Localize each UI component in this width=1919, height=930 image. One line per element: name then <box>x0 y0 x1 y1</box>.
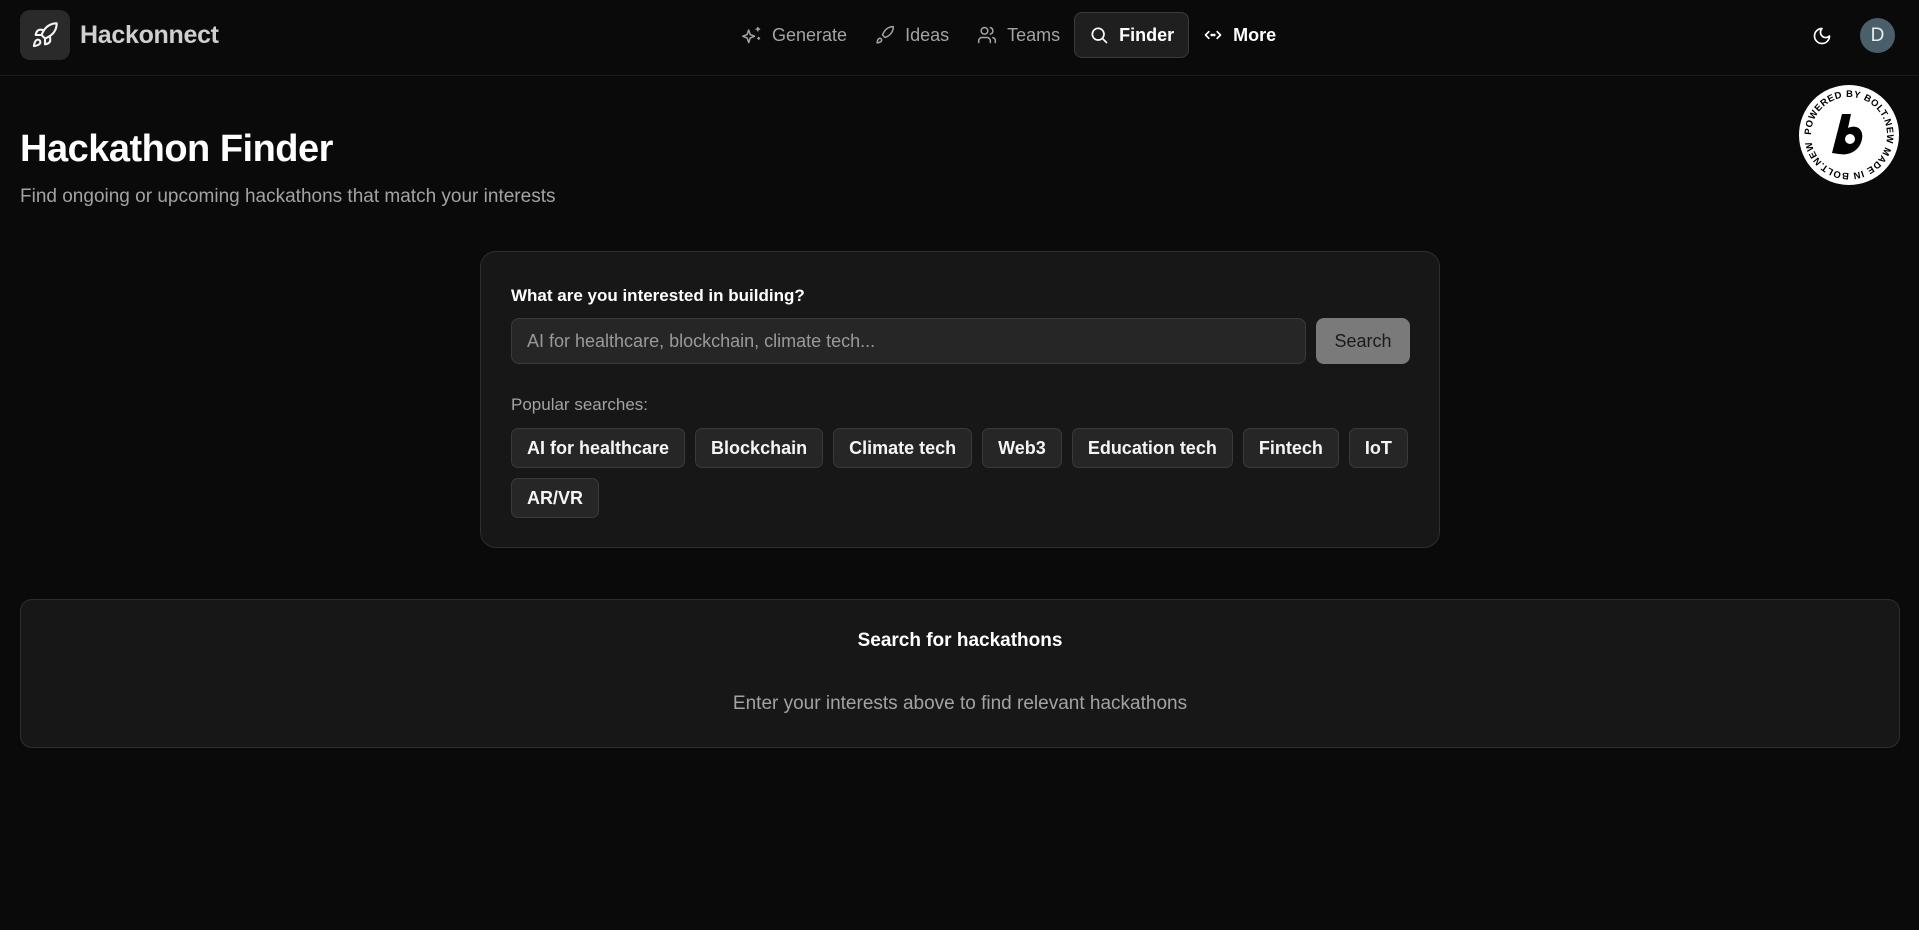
chip-climate-tech[interactable]: Climate tech <box>833 428 973 468</box>
search-card: What are you interested in building? Sea… <box>480 251 1440 548</box>
chip-web3[interactable]: Web3 <box>982 428 1062 468</box>
nav-label: More <box>1233 24 1277 45</box>
code-icon <box>1204 30 1222 40</box>
theme-toggle-button[interactable] <box>1808 22 1836 50</box>
nav-item-finder[interactable]: Finder <box>1074 12 1190 58</box>
chip-blockchain[interactable]: Blockchain <box>695 428 824 468</box>
empty-state-title: Search for hackathons <box>857 630 1063 651</box>
page-subtitle: Find ongoing or upcoming hackathons that… <box>20 186 556 207</box>
rocket-icon <box>876 25 895 44</box>
search-button[interactable]: Search <box>1316 318 1410 364</box>
nav-label: Generate <box>772 24 848 45</box>
popular-searches-label: Popular searches: <box>511 395 649 414</box>
chip-fintech[interactable]: Fintech <box>1242 428 1339 468</box>
nav-item-teams[interactable]: Teams <box>963 12 1074 58</box>
chip-iot[interactable]: IoT <box>1348 428 1408 468</box>
brand[interactable]: Hackonnect <box>20 10 219 60</box>
chip-ai-for-healthcare[interactable]: AI for healthcare <box>511 428 686 468</box>
nav-item-generate[interactable]: Generate <box>728 12 861 58</box>
nav-label: Ideas <box>905 24 950 45</box>
users-icon <box>978 26 997 44</box>
popular-searches: AI for healthcare Blockchain Climate tec… <box>511 428 1411 518</box>
brand-name: Hackonnect <box>80 20 219 49</box>
nav-item-ideas[interactable]: Ideas <box>861 12 963 58</box>
avatar[interactable]: D <box>1860 18 1895 53</box>
empty-state-card: Search for hackathons Enter your interes… <box>20 599 1900 748</box>
search-label: What are you interested in building? <box>511 286 805 305</box>
chip-education-tech[interactable]: Education tech <box>1071 428 1233 468</box>
top-navbar: Hackonnect Generate Ideas Teams Finder M… <box>0 0 1919 76</box>
empty-state-text: Enter your interests above to find relev… <box>732 693 1188 714</box>
nav-label: Teams <box>1007 24 1061 45</box>
rocket-icon <box>20 10 70 60</box>
search-input[interactable] <box>511 318 1306 364</box>
nav-item-more[interactable]: More <box>1189 12 1290 58</box>
nav-label: Finder <box>1119 24 1175 45</box>
search-icon <box>1091 27 1108 44</box>
page-title: Hackathon Finder <box>20 128 333 170</box>
chip-ar-vr[interactable]: AR/VR <box>511 478 600 518</box>
main-nav: Generate Ideas Teams Finder More <box>728 12 1290 58</box>
moon-icon <box>1813 27 1831 45</box>
bolt-badge[interactable]: POWERED BY BOLT.NEW MADE IN BOLT.NEW <box>1798 84 1900 186</box>
sparkles-icon <box>742 26 761 44</box>
